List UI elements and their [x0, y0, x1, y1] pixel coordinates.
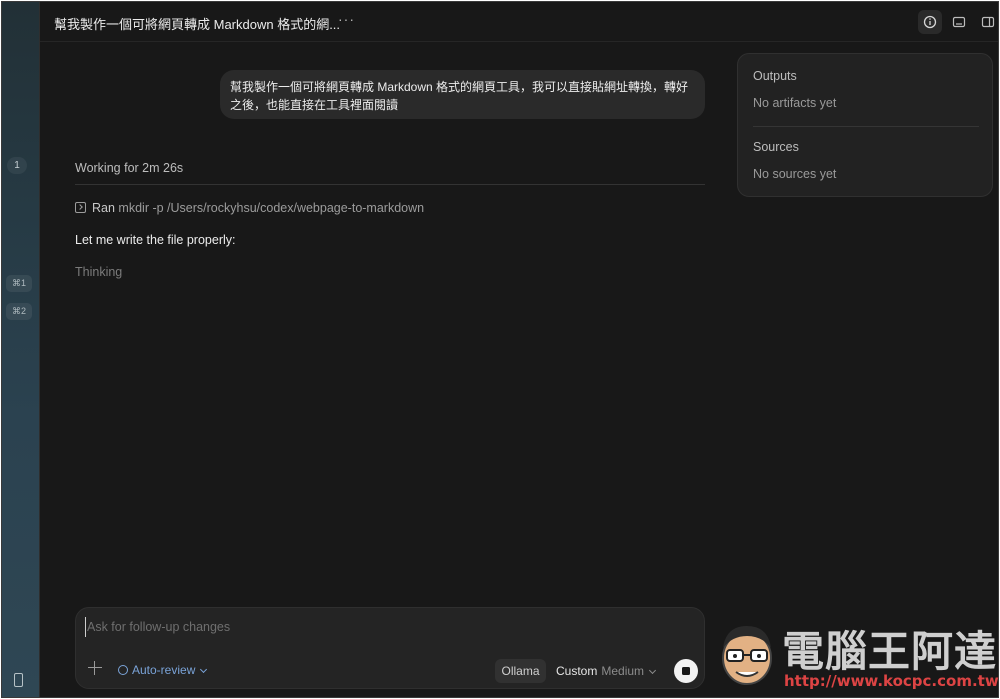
side-panel-toggle-button[interactable]: [976, 10, 998, 34]
effort-label: Medium: [601, 664, 645, 678]
watermark-url: http://www.kocpc.com.tw: [784, 672, 999, 690]
panel-divider: [753, 126, 979, 127]
follow-up-input[interactable]: [85, 617, 645, 637]
artifacts-panel: Outputs No artifacts yet Sources No sour…: [737, 53, 993, 197]
outputs-empty-text: No artifacts yet: [753, 96, 837, 110]
phone-icon[interactable]: [14, 673, 23, 687]
ran-command: mkdir -p /Users/rockyhsu/codex/webpage-t…: [118, 201, 425, 215]
provider-button[interactable]: Ollama: [495, 659, 546, 683]
more-options-icon[interactable]: ···: [338, 11, 355, 27]
user-message-bubble: 幫我製作一個可將網頁轉成 Markdown 格式的網頁工具，我可以直接貼網址轉換…: [220, 70, 705, 119]
watermark-brand: 電腦王阿達: [782, 627, 998, 676]
terminal-icon: [952, 16, 966, 28]
composer: Auto-review Ollama CustomMedium: [75, 607, 705, 689]
app-window: 1 ⌘1 ⌘2 幫我製作一個可將網頁轉成 Markdown 格式的網... ··…: [1, 1, 999, 698]
left-rail: 1 ⌘1 ⌘2: [2, 2, 40, 697]
outputs-title: Outputs: [753, 69, 797, 83]
thread-title: 幫我製作一個可將網頁轉成 Markdown 格式的網...: [54, 17, 341, 32]
assistant-message: Let me write the file properly:: [75, 233, 236, 247]
ran-command-row[interactable]: Ran mkdir -p /Users/rockyhsu/codex/webpa…: [75, 201, 424, 215]
status-divider: [75, 184, 705, 185]
terminal-toggle-button[interactable]: [947, 10, 971, 34]
sources-title: Sources: [753, 140, 799, 154]
mascot-face-icon: [722, 626, 772, 685]
auto-review-label: Auto-review: [132, 663, 196, 677]
ran-label: Ran: [92, 201, 115, 215]
chevron-down-icon: [648, 666, 657, 675]
chevron-down-icon: [200, 665, 208, 674]
shortcut-1[interactable]: ⌘1: [6, 275, 32, 292]
side-panel-icon: [981, 16, 995, 28]
shortcut-2[interactable]: ⌘2: [6, 303, 32, 320]
model-label: Custom: [556, 664, 598, 678]
sources-empty-text: No sources yet: [753, 167, 837, 181]
working-status[interactable]: Working for 2m 26s: [75, 161, 183, 175]
auto-review-dropdown[interactable]: Auto-review: [118, 663, 208, 677]
info-icon: [923, 15, 937, 29]
watermark: 電腦王阿達 http://www.kocpc.com.tw: [712, 612, 999, 692]
thinking-indicator: Thinking: [75, 265, 123, 279]
model-dropdown[interactable]: Custom Medium: [556, 664, 657, 678]
terminal-icon: [75, 202, 86, 213]
header-bar: 幫我製作一個可將網頁轉成 Markdown 格式的網... ···: [40, 2, 998, 42]
stop-button[interactable]: [674, 659, 698, 683]
info-button[interactable]: [918, 10, 942, 34]
thread-count-badge[interactable]: 1: [7, 157, 27, 174]
auto-review-icon: [118, 665, 128, 675]
add-attachment-icon[interactable]: [88, 661, 102, 675]
